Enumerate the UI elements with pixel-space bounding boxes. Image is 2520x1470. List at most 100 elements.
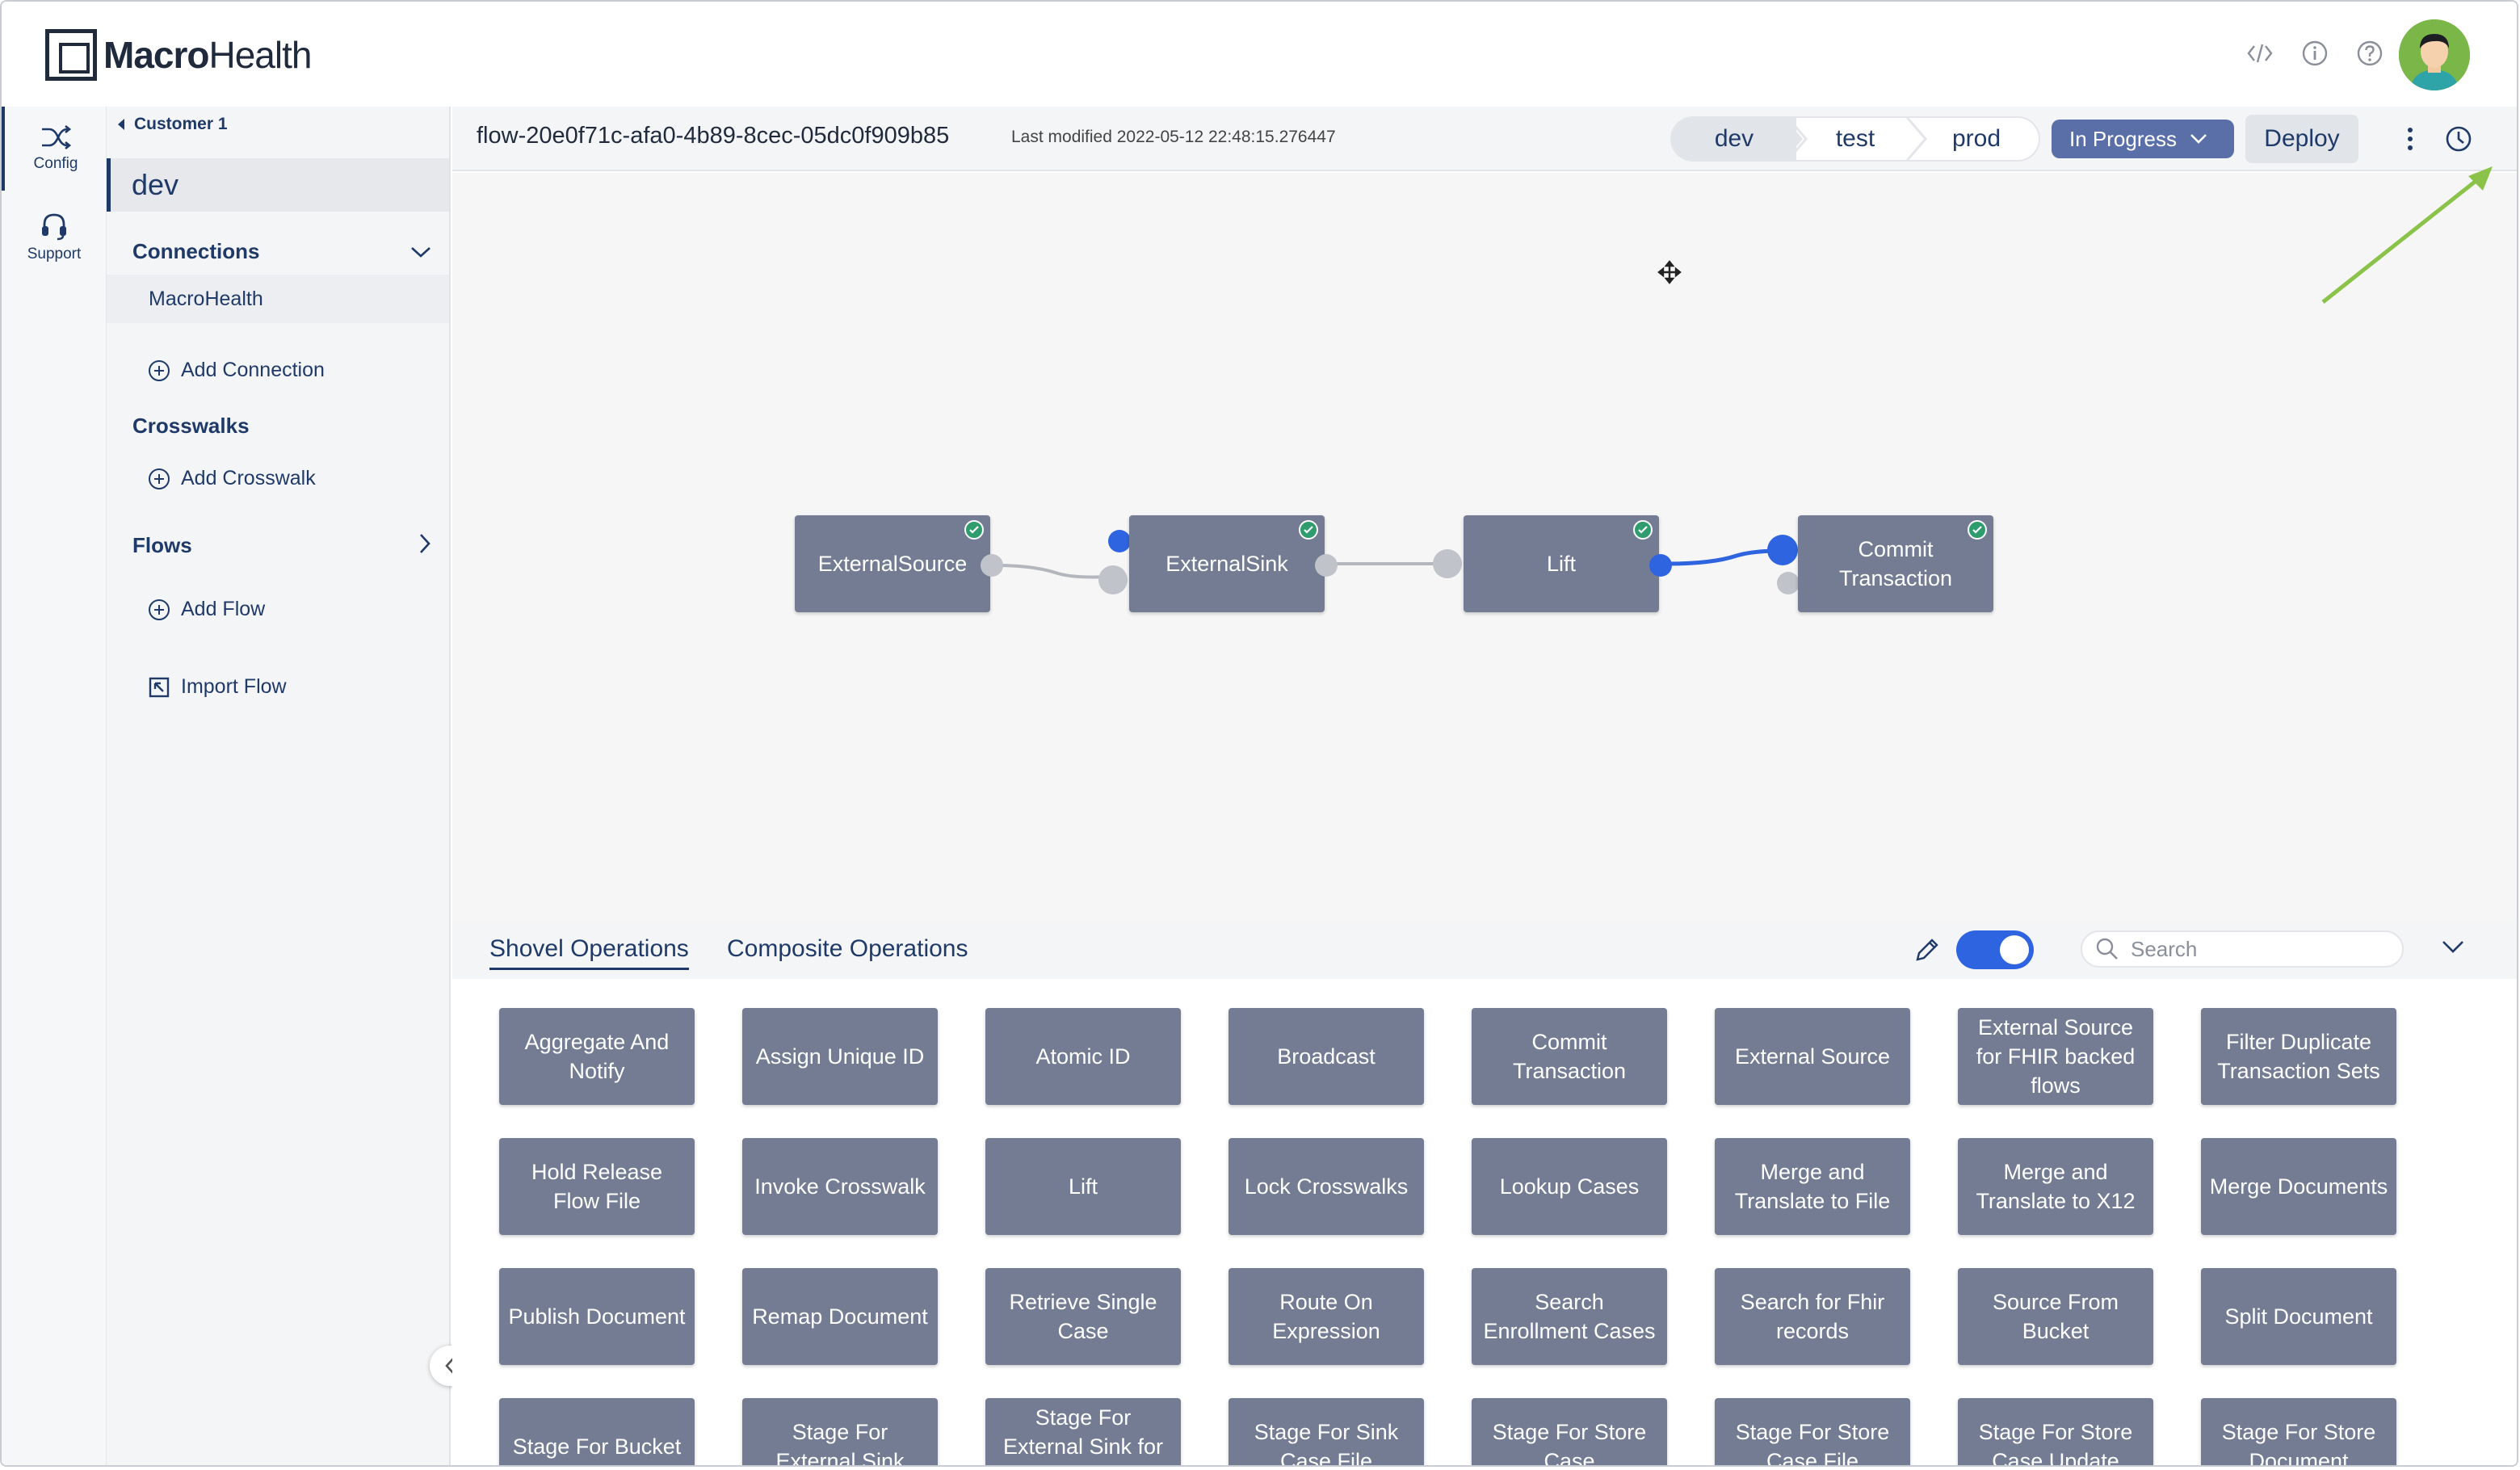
connection-item-macrohealth[interactable]: MacroHealth xyxy=(107,275,449,323)
deploy-button[interactable]: Deploy xyxy=(2245,115,2358,163)
stage-separator xyxy=(1785,116,1808,162)
logo-text-bold: Macro xyxy=(103,34,209,76)
input-port[interactable] xyxy=(1108,530,1131,552)
add-crosswalk-label: Add Crosswalk xyxy=(181,467,316,489)
operation-button[interactable]: Publish Document xyxy=(499,1268,695,1365)
operation-button[interactable]: Search for Fhir records xyxy=(1715,1268,1910,1365)
last-modified: Last modified 2022-05-12 22:48:15.276447 xyxy=(1011,128,1336,146)
node-label: ExternalSource xyxy=(817,552,968,576)
connections-heading[interactable]: Connections xyxy=(132,239,259,264)
operation-button[interactable]: Stage For Sink Case File xyxy=(1228,1398,1424,1465)
top-header: MacroHealth xyxy=(2,2,2517,107)
flow-node-externalsource[interactable]: ExternalSource xyxy=(795,515,990,612)
stage-test[interactable]: test xyxy=(1796,116,1914,162)
chevron-right-icon[interactable] xyxy=(418,533,431,558)
status-label: In Progress xyxy=(2069,126,2177,151)
app-window: MacroHealth Config Support Customer 1 de… xyxy=(0,0,2518,1467)
operation-button[interactable]: Atomic ID xyxy=(985,1008,1181,1105)
operation-button[interactable]: Stage For Store Document xyxy=(2201,1398,2396,1465)
operation-button[interactable]: Invoke Crosswalk xyxy=(742,1138,938,1235)
chevron-down-icon[interactable] xyxy=(410,246,431,262)
operation-button[interactable]: Search Enrollment Cases xyxy=(1472,1268,1667,1365)
tab-shovel-operations[interactable]: Shovel Operations xyxy=(489,935,689,970)
operation-button[interactable]: Broadcast xyxy=(1228,1008,1424,1105)
pencil-icon[interactable] xyxy=(1913,937,1940,964)
operation-button[interactable]: Stage For Bucket xyxy=(499,1398,695,1465)
operation-button[interactable]: Remap Document xyxy=(742,1268,938,1365)
operations-grid: Aggregate And Notify Assign Unique ID Atom… xyxy=(452,979,2517,1465)
operation-button[interactable]: Stage For Store Case File xyxy=(1715,1398,1910,1465)
crosswalks-heading: Crosswalks xyxy=(132,414,250,438)
operation-button[interactable]: Assign Unique ID xyxy=(742,1008,938,1105)
logo-mark-icon xyxy=(45,29,97,81)
operation-button[interactable]: Hold Release Flow File xyxy=(499,1138,695,1235)
check-icon xyxy=(1299,520,1318,540)
node-label: ExternalSink xyxy=(1166,552,1288,576)
operation-button[interactable]: Lookup Cases xyxy=(1472,1138,1667,1235)
environment-title: dev xyxy=(107,158,449,212)
add-crosswalk-link[interactable]: Add Crosswalk xyxy=(149,467,316,490)
operation-button[interactable]: Aggregate And Notify xyxy=(499,1008,695,1105)
operation-button[interactable]: Stage For Store Case Update xyxy=(1958,1398,2153,1465)
flow-node-lift[interactable]: Lift xyxy=(1464,515,1659,612)
flow-canvas[interactable]: ExternalSource ExternalSink Lift Commit … xyxy=(452,166,2517,922)
stage-prod[interactable]: prod xyxy=(1914,116,2040,162)
more-options-icon[interactable] xyxy=(2394,123,2426,155)
add-connection-link[interactable]: Add Connection xyxy=(149,359,325,382)
info-icon[interactable] xyxy=(2299,37,2331,69)
operation-button[interactable]: Stage For Store Case xyxy=(1472,1398,1667,1465)
operation-button[interactable]: External Source for FHIR backed flows xyxy=(1958,1008,2153,1105)
operation-button[interactable]: Filter Duplicate Transaction Sets xyxy=(2201,1008,2396,1105)
operation-button[interactable]: Lift xyxy=(985,1138,1181,1235)
flow-id: flow-20e0f71c-afa0-4b89-8cec-05dc0f909b8… xyxy=(477,123,950,149)
macrohealth-logo[interactable]: MacroHealth xyxy=(45,29,312,81)
user-avatar[interactable] xyxy=(2399,19,2470,90)
import-flow-link[interactable]: Import Flow xyxy=(149,675,287,699)
input-port-arrow[interactable] xyxy=(1098,565,1128,594)
operation-button[interactable]: Stage For External Sink for FHIR xyxy=(985,1398,1181,1465)
operations-toggle[interactable] xyxy=(1956,930,2034,969)
rail-item-support[interactable]: Support xyxy=(2,195,107,279)
search-input[interactable] xyxy=(2131,936,2389,962)
code-icon[interactable] xyxy=(2244,37,2276,69)
flow-node-commit-transaction[interactable]: Commit Transaction xyxy=(1798,515,1993,612)
output-port[interactable] xyxy=(981,554,1003,577)
operation-button[interactable]: Route On Expression xyxy=(1228,1268,1424,1365)
stage-dev[interactable]: dev xyxy=(1670,116,1796,162)
check-icon xyxy=(964,520,984,540)
operation-button[interactable]: Stage For External Sink xyxy=(742,1398,938,1465)
shuffle-icon xyxy=(42,124,72,150)
tab-composite-operations[interactable]: Composite Operations xyxy=(727,935,968,963)
status-dropdown[interactable]: In Progress xyxy=(2052,120,2234,158)
operation-button[interactable]: Source From Bucket xyxy=(1958,1268,2153,1365)
operation-button[interactable]: External Source xyxy=(1715,1008,1910,1105)
flows-heading[interactable]: Flows xyxy=(132,533,192,558)
import-icon xyxy=(149,677,170,697)
flow-node-externalsink[interactable]: ExternalSink xyxy=(1129,515,1325,612)
operation-button[interactable]: Split Document xyxy=(2201,1268,2396,1365)
operations-search[interactable] xyxy=(2081,930,2404,968)
input-port-arrow[interactable] xyxy=(1433,549,1462,578)
operation-button[interactable]: Retrieve Single Case xyxy=(985,1268,1181,1365)
help-icon[interactable] xyxy=(2354,37,2386,69)
add-circle-icon xyxy=(149,598,170,620)
operation-button[interactable]: Merge Documents xyxy=(2201,1138,2396,1235)
operation-button[interactable]: Merge and Translate to File xyxy=(1715,1138,1910,1235)
operation-button[interactable]: Merge and Translate to X12 xyxy=(1958,1138,2153,1235)
headset-icon xyxy=(42,213,66,241)
left-nav-rail: Config Support xyxy=(2,107,107,1465)
input-port[interactable] xyxy=(1777,572,1800,594)
output-port[interactable] xyxy=(1649,554,1672,577)
add-flow-link[interactable]: Add Flow xyxy=(149,598,265,621)
add-circle-icon xyxy=(149,468,170,489)
operation-button[interactable]: Commit Transaction xyxy=(1472,1008,1667,1105)
rail-item-config[interactable]: Config xyxy=(2,107,107,191)
chevron-down-icon[interactable] xyxy=(2441,939,2465,955)
breadcrumb[interactable]: Customer 1 xyxy=(116,115,228,134)
config-sidebar: Customer 1 dev Connections MacroHealth A… xyxy=(107,107,451,1465)
operation-button[interactable]: Lock Crosswalks xyxy=(1228,1138,1424,1235)
input-port-arrow[interactable] xyxy=(1767,535,1798,565)
output-port[interactable] xyxy=(1315,554,1338,577)
history-clock-icon[interactable] xyxy=(2442,123,2475,155)
add-connection-label: Add Connection xyxy=(181,359,325,381)
